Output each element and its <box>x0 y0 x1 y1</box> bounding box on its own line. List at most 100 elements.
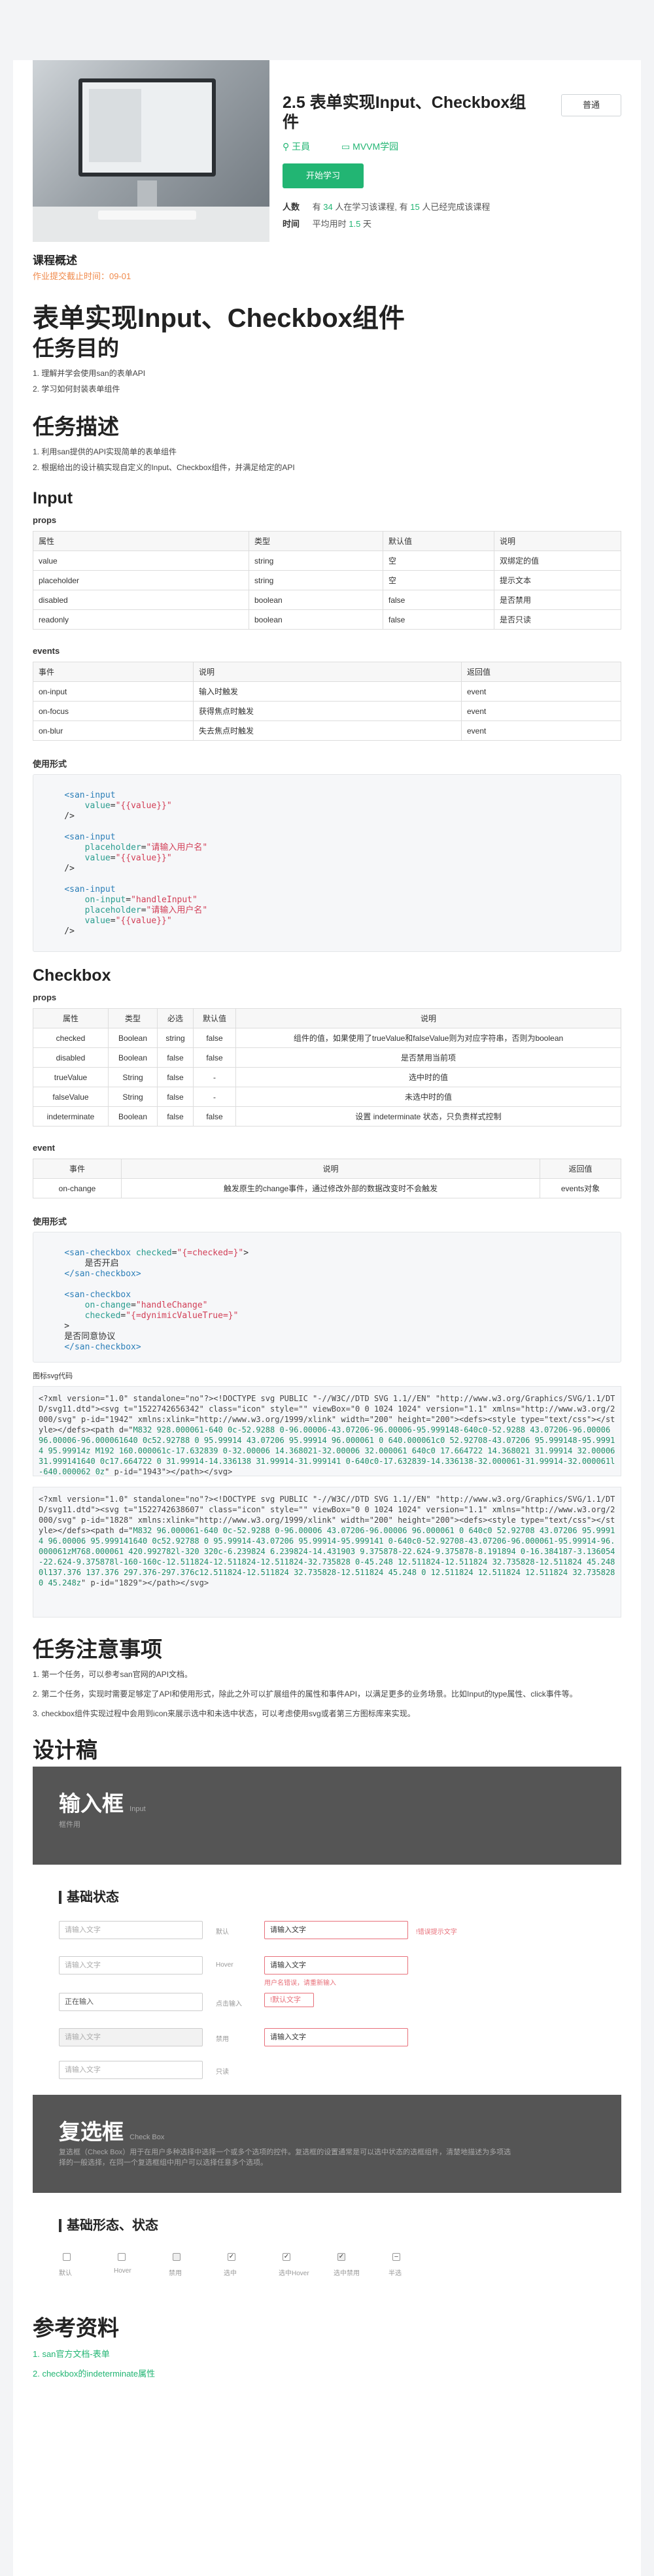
table-row: value string 空双绑定的值 <box>33 551 621 571</box>
mock-input-readonly: 请输入文字 <box>59 2061 203 2079</box>
table-cell: - <box>193 1067 236 1087</box>
table-cell: false <box>157 1067 194 1087</box>
deadline-text: 作业提交截止时间：09-01 <box>33 271 131 281</box>
mock-tag-error: !默认文字 <box>264 1993 314 2007</box>
table-header: 必选 <box>157 1008 194 1028</box>
learners-stat: 人数 有 34 人在学习该课程, 有 15 人已经完成该课程 <box>283 200 490 212</box>
table-cell: boolean <box>249 609 383 630</box>
table-cell: 未选中时的值 <box>235 1087 621 1107</box>
design-input-title-text: 输入框 <box>59 1791 124 1816</box>
table-cell: event <box>461 720 621 741</box>
mock-error-note: !错误提示文字 <box>416 1929 457 1936</box>
table-cell: false <box>157 1087 194 1107</box>
table-cell: false <box>157 1047 194 1068</box>
table-row: falseValue String false - 未选中时的值 <box>33 1087 621 1107</box>
mock-input-error: 请输入文字 <box>264 1921 408 1939</box>
mock-label: Hover <box>216 1961 233 1969</box>
mock-label: 禁用 <box>169 2270 182 2277</box>
keyboard <box>98 211 196 220</box>
table-cell: events对象 <box>540 1178 621 1198</box>
design-input-sub: 框件用 <box>59 1821 80 1829</box>
table-cell: false <box>193 1047 236 1068</box>
table-cell: readonly <box>33 609 249 630</box>
mock-label: 选中 <box>224 2270 237 2277</box>
design-input-banner: 输入框 Input 框件用 <box>33 1767 621 1865</box>
teacher-link[interactable]: ⚲ 王員 <box>283 141 324 152</box>
table-row: placeholder string 空提示文本 <box>33 570 621 590</box>
usage-label: 使用形式 <box>33 1217 67 1227</box>
checkbox-checked-disabled-icon: ✓ <box>337 2253 345 2261</box>
table-cell: 空 <box>383 551 494 571</box>
table-cell: disabled <box>33 590 249 610</box>
time-stat: 时间 平均用时 1.5 天 <box>283 217 371 229</box>
table-cell: on-input <box>33 681 194 702</box>
category-link[interactable]: ▭ MVVM学园 <box>341 141 413 152</box>
category-name[interactable]: MVVM学园 <box>353 141 398 152</box>
desc-item: 2. 根据给出的设计稿实现自定义的Input、Checkbox组件，并满足给定的… <box>33 463 295 472</box>
checkbox-checked-icon: ✓ <box>228 2253 235 2261</box>
table-cell: falseValue <box>33 1087 109 1107</box>
table-cell: 是否禁用 <box>494 590 621 610</box>
table-cell: event <box>461 681 621 702</box>
table-cell: 触发原生的change事件，通过修改外部的数据改变时不会触发 <box>121 1178 540 1198</box>
table-cell: false <box>193 1106 236 1127</box>
teacher-name[interactable]: 王員 <box>292 141 310 152</box>
table-header-row: 属性 类型 默认值 说明 <box>33 531 621 551</box>
events-label: events <box>33 646 60 656</box>
doc-title: 表单实现Input、Checkbox组件 <box>33 304 405 333</box>
table-row: on-blur 失去焦点时触发 event <box>33 720 621 741</box>
design-checkbox-en: Check Box <box>129 2133 165 2141</box>
table-row: disabled Boolean false false 是否禁用当前项 <box>33 1047 621 1068</box>
table-cell: checked <box>33 1028 109 1048</box>
course-header: 2.5 表单实现Input、Checkbox组件 普通 ⚲ 王員 ▭ MVVM学… <box>13 60 641 242</box>
table-cell: 组件的值，如果使用了trueValue和falseValue则为对应字符串，否则… <box>235 1028 621 1048</box>
table-header: 默认值 <box>193 1008 236 1028</box>
table-cell: false <box>383 609 494 630</box>
table-cell: - <box>193 1087 236 1107</box>
table-row: indeterminate Boolean false false 设置 indeter… <box>33 1106 621 1127</box>
monitor-illustration <box>78 78 216 177</box>
start-learning-button[interactable]: 开始学习 <box>283 163 364 188</box>
course-cover-image <box>33 60 269 242</box>
table-cell: String <box>108 1067 158 1087</box>
table-cell: on-change <box>33 1178 122 1198</box>
table-row: checked Boolean string false 组件的值，如果使用了trueV… <box>33 1028 621 1048</box>
table-cell: 失去焦点时触发 <box>193 720 462 741</box>
mock-error-note: 用户名错误，请重新输入 <box>264 1980 336 1987</box>
table-cell: 是否只读 <box>494 609 621 630</box>
table-cell: 选中时的值 <box>235 1067 621 1087</box>
ref-link[interactable]: 1. san官方文档-表单 <box>33 2347 110 2360</box>
table-header: 属性 <box>33 531 249 551</box>
avg-days: 1.5 <box>349 219 361 229</box>
table-cell: on-focus <box>33 701 194 721</box>
follow-button[interactable]: 普通 <box>561 94 621 116</box>
svg-label: 图标svg代码 <box>33 1372 73 1380</box>
refs-heading: 参考资料 <box>33 2316 119 2340</box>
mock-label: 半选 <box>388 2270 402 2277</box>
design-checkbox-banner: 复选框 Check Box 复选框（Check Box）用于在用户多种选择中选择… <box>33 2095 621 2193</box>
design-heading: 设计稿 <box>33 1738 97 1762</box>
checkbox-heading: Checkbox <box>33 966 111 985</box>
usage-label: 使用形式 <box>33 759 67 769</box>
mock-input-disabled: 请输入文字 <box>59 2028 203 2046</box>
time-label: 时间 <box>283 219 300 229</box>
table-header: 说明 <box>193 662 462 682</box>
table-cell: string <box>157 1028 194 1048</box>
checkbox-indeterminate-icon: – <box>392 2253 400 2261</box>
stat-text: 人已经完成该课程 <box>422 202 490 212</box>
table-header: 类型 <box>249 531 383 551</box>
table-header: 属性 <box>33 1008 109 1028</box>
table-row: on-focus 获得焦点时触发 event <box>33 701 621 721</box>
mock-label: 只读 <box>216 2069 229 2076</box>
design-input-en: Input <box>129 1805 146 1813</box>
table-row: on-change 触发原生的change事件，通过修改外部的数据改变时不会触发 e… <box>33 1178 621 1198</box>
mock-input-error3: 请输入文字 <box>264 2028 408 2046</box>
table-cell: Boolean <box>108 1047 158 1068</box>
checkbox-events-table: 事件 说明 返回值 on-change 触发原生的change事件，通过修改外部的… <box>33 1159 621 1198</box>
desc-item: 1. 利用san提供的API实现简单的表单组件 <box>33 447 177 456</box>
table-cell: value <box>33 551 249 571</box>
table-header: 返回值 <box>540 1159 621 1179</box>
design-checkbox-title: 复选框 Check Box <box>59 2114 164 2146</box>
course-title: 2.5 表单实现Input、Checkbox组件 <box>283 93 526 131</box>
ref-link[interactable]: 2. checkbox的indeterminate属性 <box>33 2367 155 2379</box>
